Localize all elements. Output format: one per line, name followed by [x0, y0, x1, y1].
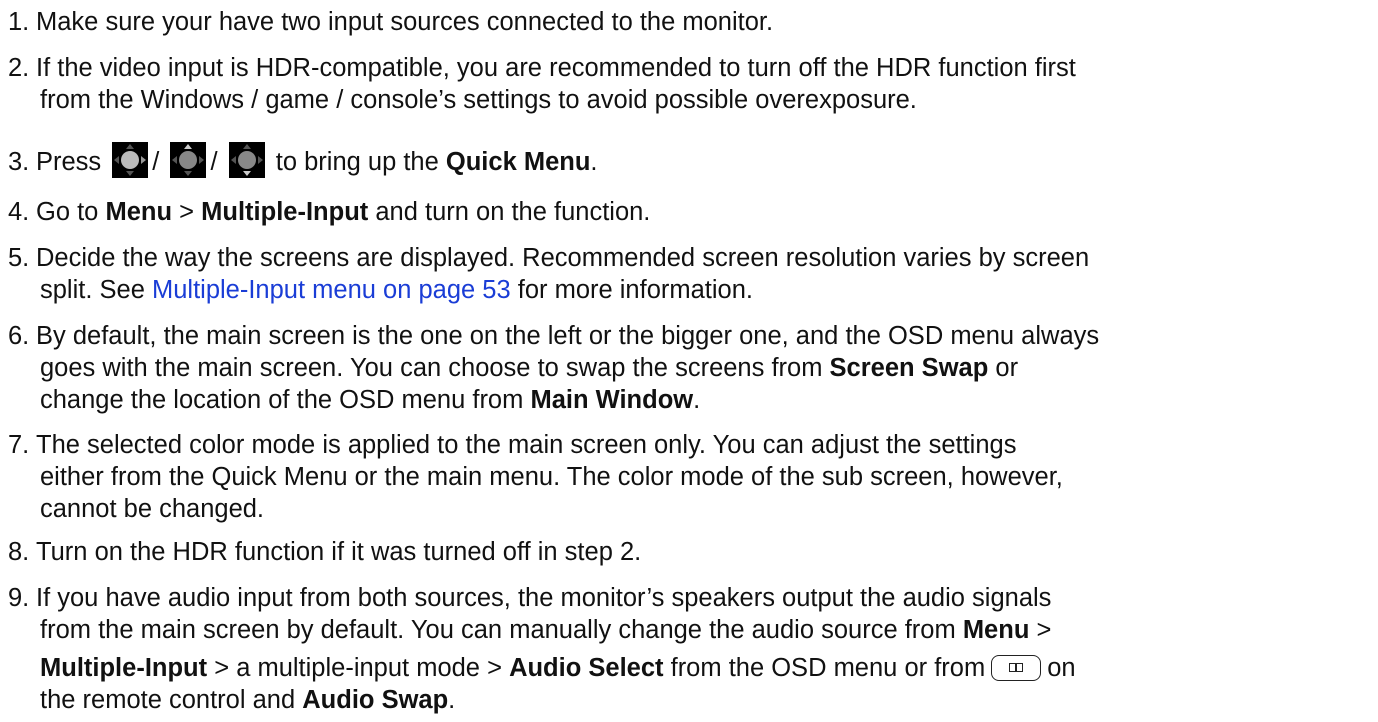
step-text-cont: split. See Multiple-Input menu on page 5… — [8, 274, 1089, 306]
audio-swap-label: Audio Swap — [302, 686, 449, 714]
multiple-input-label: Multiple-Input — [40, 654, 208, 682]
separator: / — [210, 148, 218, 176]
menu-label: Menu — [962, 616, 1030, 644]
step-number: 2. — [8, 54, 30, 82]
step-text-cont: either from the Quick Menu or the main m… — [40, 463, 1063, 491]
step-9: 9. If you have audio input from both sour… — [8, 582, 1076, 716]
step-2: 2. If the video input is HDR-compatible, … — [8, 52, 1076, 116]
step-text-cont: change the location of the OSD menu from… — [8, 384, 1099, 416]
step-text: . — [693, 386, 701, 414]
step-text: or — [995, 354, 1019, 382]
step-1: 1. Make sure your have two input sources … — [8, 6, 773, 38]
step-number: 6. — [8, 322, 30, 350]
step-text-cont: the remote control and Audio Swap. — [8, 684, 1076, 716]
step-number: 4. — [8, 198, 30, 226]
step-number: 3. — [8, 148, 30, 176]
step-text: Decide the way the screens are displayed… — [36, 244, 1090, 272]
step-text-cont: from the main screen by default. You can… — [8, 614, 1076, 646]
step-text: By default, the main screen is the one o… — [36, 322, 1100, 350]
step-number: 7. — [8, 431, 30, 459]
step-text: > a multiple-input mode > — [214, 654, 502, 682]
step-text: goes with the main screen. You can choos… — [40, 354, 823, 382]
step-text: split. See — [40, 276, 145, 304]
step-text: . — [590, 148, 598, 176]
menu-label: Menu — [105, 198, 173, 226]
remote-pip-button-icon — [991, 655, 1042, 681]
step-text: change the location of the OSD menu from — [40, 386, 524, 414]
step-3: 3. Press / / to bring up the Quick Menu. — [8, 142, 598, 178]
joystick-icon — [112, 142, 149, 178]
step-number: 5. — [8, 244, 30, 272]
step-text: from the OSD menu or from — [670, 654, 986, 682]
step-6: 6. By default, the main screen is the one… — [8, 320, 1099, 416]
step-4: 4. Go to Menu > Multiple-Input and turn o… — [8, 196, 650, 228]
joystick-icon — [170, 142, 207, 178]
multiple-input-menu-link[interactable]: Multiple-Input menu on page 53 — [152, 276, 511, 304]
step-text-cont: cannot be changed. — [40, 495, 265, 523]
audio-select-label: Audio Select — [509, 654, 664, 682]
step-7: 7. The selected color mode is applied to … — [8, 429, 1063, 525]
step-text-cont: from the Windows / game / console’s sett… — [40, 86, 917, 114]
joystick-icon — [228, 142, 265, 178]
step-text: . — [448, 686, 456, 714]
step-number: 1. — [8, 8, 30, 36]
step-text: the remote control and — [40, 686, 296, 714]
step-text: If you have audio input from both source… — [36, 584, 1052, 612]
step-text: If the video input is HDR-compatible, yo… — [36, 54, 1076, 82]
separator: > — [179, 198, 195, 226]
step-number: 8. — [8, 538, 30, 566]
manual-page: 1. Make sure your have two input sources … — [0, 0, 1378, 722]
step-text: and turn on the function. — [375, 198, 651, 226]
step-text-cont: goes with the main screen. You can choos… — [8, 352, 1099, 384]
step-text: Go to — [36, 198, 99, 226]
main-window-label: Main Window — [530, 386, 694, 414]
multiple-input-label: Multiple-Input — [201, 198, 369, 226]
step-text: Press — [36, 148, 102, 176]
step-text: to bring up the — [275, 148, 439, 176]
step-text-cont: Multiple-Input > a multiple-input mode >… — [8, 652, 1076, 684]
step-text: Make sure your have two input sources co… — [36, 8, 774, 36]
step-5: 5. Decide the way the screens are display… — [8, 242, 1089, 306]
separator: > — [1036, 616, 1052, 644]
step-text: for more information. — [517, 276, 753, 304]
step-number: 9. — [8, 584, 30, 612]
step-text: The selected color mode is applied to th… — [36, 431, 1017, 459]
quick-menu-label: Quick Menu — [445, 148, 591, 176]
step-text: on — [1047, 654, 1076, 682]
step-8: 8. Turn on the HDR function if it was tur… — [8, 536, 641, 568]
screen-swap-label: Screen Swap — [829, 354, 989, 382]
separator: / — [152, 148, 160, 176]
step-text: Turn on the HDR function if it was turne… — [36, 538, 642, 566]
step-text: from the main screen by default. You can… — [40, 616, 956, 644]
